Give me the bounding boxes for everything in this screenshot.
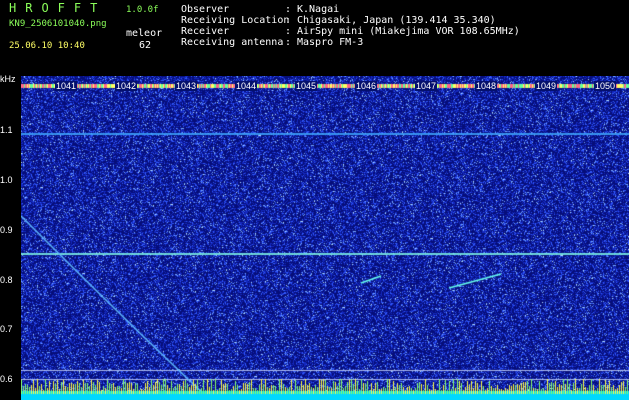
mode-label: meleor <box>126 28 163 39</box>
hrofft-window: HROFFT 1.0.0f KN9_2506101040.png meleor … <box>0 0 629 400</box>
x-tick-label: 1048 <box>475 81 498 91</box>
meta-label-antenna: Receiving antenna <box>181 37 284 48</box>
y-tick-label: 0.6 <box>0 374 13 384</box>
filename-label: KN9_2506101040.png <box>9 19 107 29</box>
y-tick-label: 0.7 <box>0 324 13 334</box>
y-tick-label: 1.1 <box>0 125 13 135</box>
x-tick-label: 1047 <box>415 81 438 91</box>
version-label: 1.0.0f <box>126 5 159 15</box>
header-panel: HROFFT 1.0.0f KN9_2506101040.png meleor … <box>0 0 629 75</box>
spectrogram-canvas <box>21 76 629 400</box>
x-tick-label: 1046 <box>355 81 378 91</box>
y-tick-label: 0.9 <box>0 225 13 235</box>
app-title: HROFFT <box>9 1 107 15</box>
x-tick-label: 1049 <box>535 81 558 91</box>
x-tick-label: 1042 <box>115 81 138 91</box>
y-tick-label: 0.8 <box>0 275 13 285</box>
count-label: 62 <box>139 40 152 51</box>
x-tick-label: 1044 <box>235 81 258 91</box>
x-tick-label: 1043 <box>175 81 198 91</box>
y-axis-unit: kHz <box>0 74 16 84</box>
x-tick-label: 1050 <box>594 81 617 91</box>
spectrogram-plot <box>21 76 629 400</box>
y-tick-label: 1.0 <box>0 175 13 185</box>
meta-value-antenna: Maspro FM-3 <box>297 37 364 48</box>
meta-colon: : <box>285 37 292 48</box>
x-tick-label: 1041 <box>55 81 78 91</box>
datetime-label: 25.06.10 10:40 <box>9 41 85 51</box>
x-tick-label: 1045 <box>295 81 318 91</box>
